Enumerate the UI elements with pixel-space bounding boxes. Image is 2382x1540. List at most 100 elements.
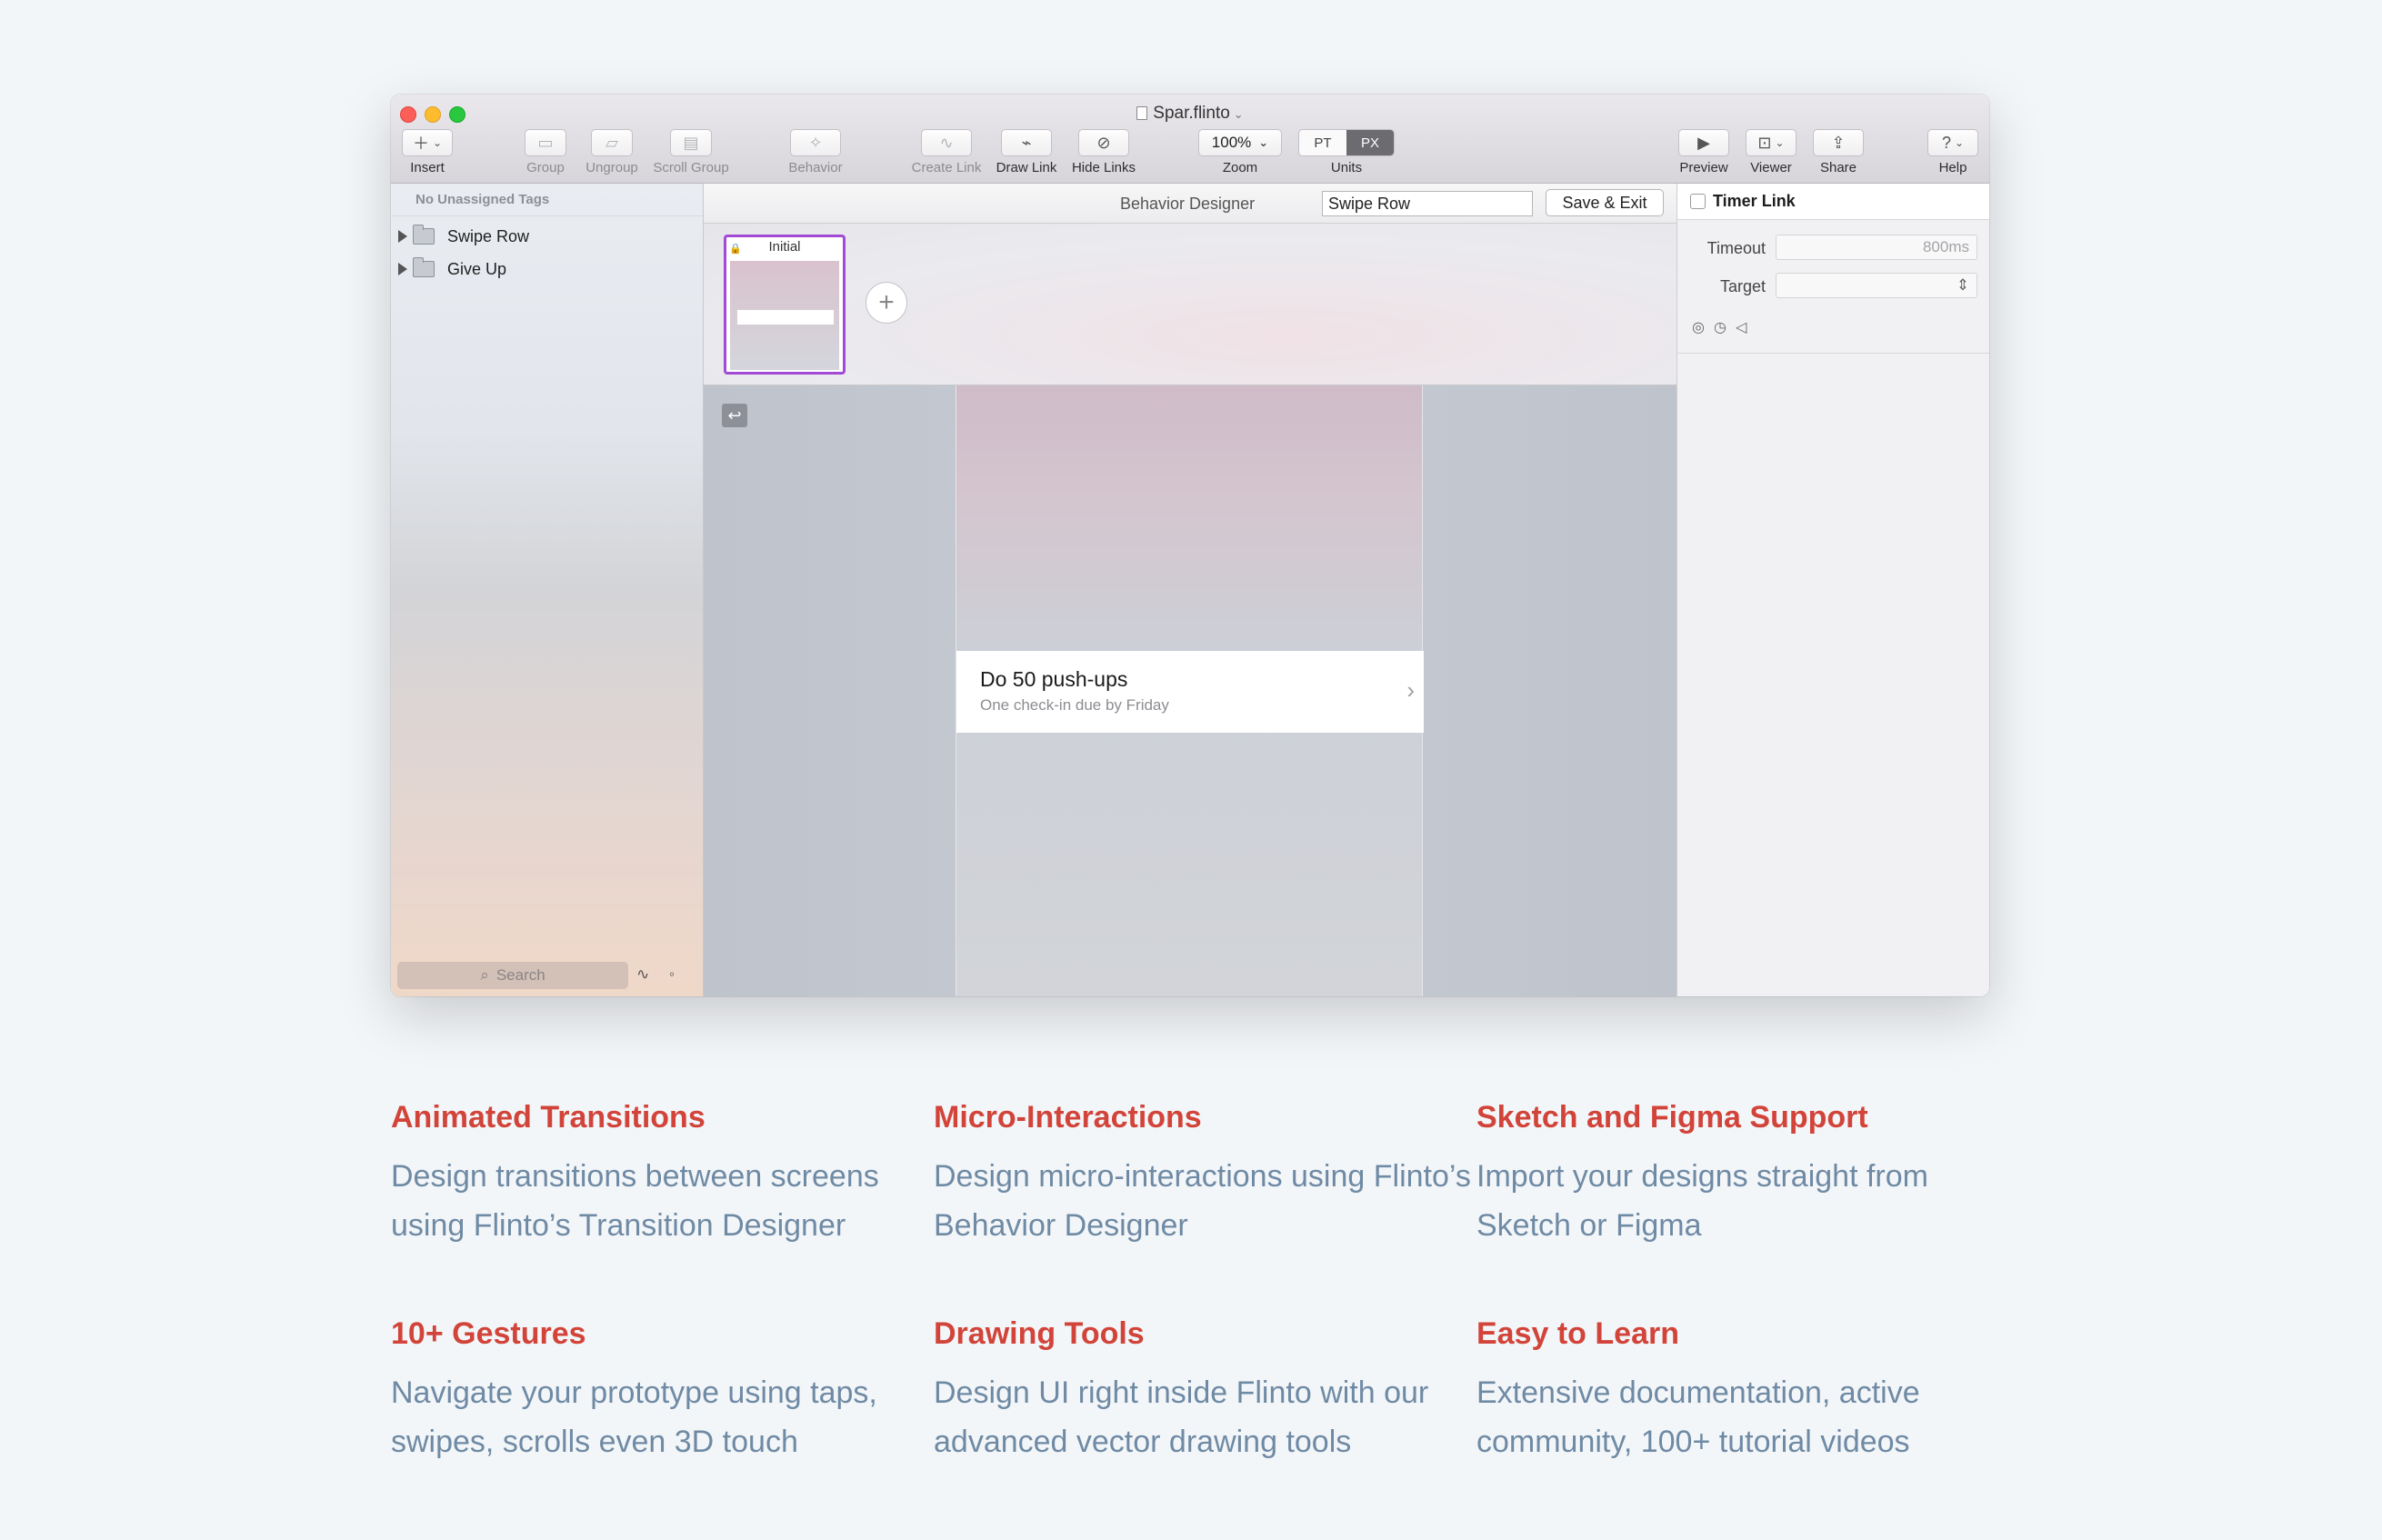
share-tool[interactable]: ⇪ Share (1811, 129, 1866, 175)
units-segmented-control: PT PX (1298, 129, 1395, 156)
toolbar: Spar.flinto ⌄ ＋ ⌄ Insert ▭ Group ▱ Ungroup… (391, 95, 1989, 184)
target-row: Target ⇕ (1677, 273, 1989, 300)
canvas[interactable]: ↩ Do 50 push-ups One check-in due by Fri… (704, 385, 1676, 996)
unit-px-option[interactable]: PX (1346, 130, 1394, 155)
row-title: Do 50 push-ups (980, 667, 1128, 691)
feature-title: Drawing Tools (934, 1316, 1145, 1351)
state-preview (730, 261, 839, 370)
draw-link-icon: ⌁ (1001, 129, 1052, 156)
target-label: Target (1719, 277, 1766, 295)
plus-icon: ＋ ⌄ (402, 129, 453, 156)
inspector-panel: Timer Link Timeout 800ms Target ⇕ ◎ ◷ ◁ (1676, 184, 1989, 996)
timer-link-checkbox[interactable] (1690, 194, 1706, 209)
viewer-icon: ⊡ ⌄ (1746, 129, 1797, 156)
sound-icon[interactable]: ◁ (1736, 318, 1746, 336)
feature-desc: Extensive documentation, active communit… (1476, 1375, 1920, 1459)
feature-desc: Import your designs straight from Sketch… (1476, 1159, 1928, 1243)
sidebar-item-label: Give Up (447, 259, 507, 278)
help-icon: ? ⌄ (1927, 129, 1978, 156)
app-window: Spar.flinto ⌄ ＋ ⌄ Insert ▭ Group ▱ Ungroup… (391, 95, 1989, 996)
units-tool: PT PX Units (1298, 129, 1395, 175)
feature-drawing-tools: Drawing Tools Design UI right inside Fli… (934, 1316, 1479, 1466)
feature-desc: Navigate your prototype using taps, swip… (391, 1375, 877, 1459)
magic-wand-icon: ✧ (790, 129, 841, 156)
folder-icon (413, 257, 435, 277)
feature-gestures: 10+ Gestures Navigate your prototype usi… (391, 1316, 936, 1466)
stepper-icon: ⇕ (1956, 276, 1969, 294)
unit-pt-option[interactable]: PT (1299, 130, 1346, 155)
link-options: ◎ ◷ ◁ (1692, 318, 1746, 336)
share-icon: ⇪ (1813, 129, 1864, 156)
feature-sketch-figma-support: Sketch and Figma Support Import your des… (1476, 1100, 2022, 1250)
open-folder-icon: ▱ (591, 129, 633, 156)
row-subtitle: One check-in due by Friday (980, 696, 1169, 714)
zoom-tool[interactable]: 100% ⌄ Zoom (1198, 129, 1282, 175)
group-tool[interactable]: ▭ Group (518, 129, 573, 175)
feature-easy-to-learn: Easy to Learn Extensive documentation, a… (1476, 1316, 2022, 1466)
behavior-name-field[interactable]: Swipe Row (1322, 191, 1533, 216)
back-arrow-icon[interactable]: ↩ (722, 404, 747, 427)
lock-icon: 🔒 (729, 244, 742, 255)
sidebar-item-give-up[interactable]: Give Up (391, 253, 703, 285)
sidebar-item-label: Swipe Row (447, 226, 530, 245)
feature-title: 10+ Gestures (391, 1316, 586, 1351)
play-icon: ▶ (1678, 129, 1729, 156)
ungroup-tool[interactable]: ▱ Ungroup (580, 129, 644, 175)
zoom-select[interactable]: 100% ⌄ (1198, 129, 1282, 156)
feature-micro-interactions: Micro-Interactions Design micro-interact… (934, 1100, 1479, 1250)
layers-sidebar: No Unassigned Tags Swipe Row Give Up ⌕ S… (391, 184, 704, 996)
help-tool[interactable]: ? ⌄ Help (1926, 129, 1980, 175)
timeout-row: Timeout 800ms (1677, 235, 1989, 262)
document-icon (1136, 106, 1148, 120)
swipe-row-layer[interactable]: Do 50 push-ups One check-in due by Frida… (956, 651, 1424, 733)
chevron-right-icon: › (1406, 676, 1415, 704)
feature-title: Animated Transitions (391, 1100, 706, 1135)
feature-title: Micro-Interactions (934, 1100, 1202, 1135)
link-filter-icon[interactable]: ∿ (636, 965, 649, 984)
chevron-down-icon: ⌄ (1258, 135, 1269, 149)
disclosure-triangle-icon[interactable] (398, 230, 407, 243)
states-strip: 🔒 Initial + (704, 224, 1676, 385)
feature-title: Easy to Learn (1476, 1316, 1679, 1351)
behavior-designer-bar: Behavior Designer Swipe Row Save & Exit (704, 184, 1676, 224)
feature-desc: Design micro-interactions using Flinto’s… (934, 1159, 1471, 1243)
insert-tool[interactable]: ＋ ⌄ Insert (400, 129, 455, 175)
chevron-down-icon: ⌄ (1233, 107, 1244, 121)
document-title[interactable]: Spar.flinto ⌄ (391, 104, 1989, 124)
state-initial[interactable]: 🔒 Initial (724, 235, 846, 375)
feature-animated-transitions: Animated Transitions Design transitions … (391, 1100, 936, 1250)
feature-desc: Design transitions between screens using… (391, 1159, 879, 1243)
behavior-tool[interactable]: ✧ Behavior (784, 129, 847, 175)
viewer-tool[interactable]: ⊡ ⌄ Viewer (1744, 129, 1798, 175)
timer-link-header: Timer Link (1677, 184, 1989, 220)
folder-icon (413, 225, 435, 245)
timer-icon[interactable]: ◷ (1714, 318, 1726, 336)
timeout-label: Timeout (1706, 239, 1766, 257)
draw-link-tool[interactable]: ⌁ Draw Link (991, 129, 1062, 175)
target-select[interactable]: ⇕ (1776, 273, 1977, 298)
eye-icon[interactable]: ◎ (1692, 318, 1705, 336)
disclosure-triangle-icon[interactable] (398, 263, 407, 275)
add-state-button[interactable]: + (866, 282, 907, 324)
tags-header: No Unassigned Tags (391, 184, 703, 216)
behavior-designer-title: Behavior Designer (1120, 195, 1256, 213)
divider (1677, 353, 1989, 354)
create-link-tool[interactable]: ∿ Create Link (907, 129, 986, 175)
preview-tool[interactable]: ▶ Preview (1676, 129, 1731, 175)
state-label: Initial (768, 239, 801, 255)
folder-icon: ▭ (525, 129, 566, 156)
scroll-group-tool[interactable]: ▤ Scroll Group (649, 129, 733, 175)
eye-filter-icon[interactable]: ◦ (669, 965, 675, 984)
artboard[interactable]: Do 50 push-ups One check-in due by Frida… (956, 385, 1424, 996)
feature-title: Sketch and Figma Support (1476, 1100, 1868, 1135)
eye-slash-icon: ⊘ (1078, 129, 1129, 156)
search-input[interactable]: ⌕ Search (397, 962, 628, 989)
timeout-field[interactable]: 800ms (1776, 235, 1977, 260)
save-exit-button[interactable]: Save & Exit (1546, 189, 1664, 216)
timer-link-label: Timer Link (1713, 192, 1796, 210)
sidebar-item-swipe-row[interactable]: Swipe Row (391, 220, 703, 253)
search-icon: ⌕ (480, 966, 489, 984)
hide-links-tool[interactable]: ⊘ Hide Links (1067, 129, 1140, 175)
mini-row (737, 310, 834, 325)
link-icon: ∿ (921, 129, 972, 156)
